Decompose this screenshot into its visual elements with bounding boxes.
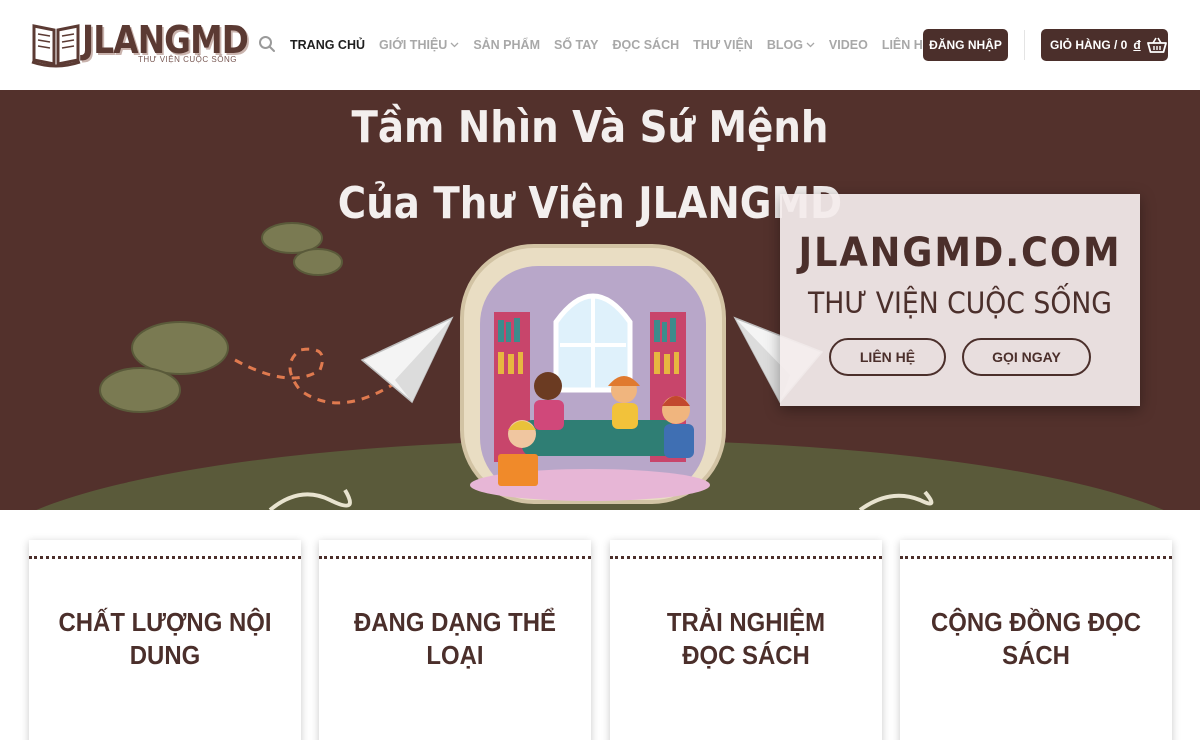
cart-label: GIỎ HÀNG / 0	[1050, 38, 1128, 52]
call-now-button[interactable]: GỌI NGAY	[962, 338, 1091, 376]
overlay-subheading: THƯ VIỆN CUỘC SỐNG	[807, 286, 1112, 320]
nav-item-notebook[interactable]: SỔ TAY	[554, 38, 598, 52]
chevron-down-icon	[450, 42, 459, 48]
nav-label: SẢN PHẨM	[473, 38, 540, 52]
main-navigation: TRANG CHỦ GIỚI THIỆU SẢN PHẨM SỔ TAY ĐỌC…	[290, 36, 945, 54]
hero-banner: Tầm Nhìn Và Sứ Mệnh Của Thư Viện JLANGMD…	[0, 90, 1200, 510]
feature-card: CỘNG ĐỒNG ĐỌC SÁCH	[900, 540, 1172, 740]
nav-item-products[interactable]: SẢN PHẨM	[473, 38, 540, 52]
nav-label: BLOG	[766, 38, 803, 52]
nav-item-blog[interactable]: BLOG	[767, 38, 815, 52]
logo-tagline: THƯ VIỆN CUỘC SỐNG	[138, 55, 237, 64]
nav-item-home[interactable]: TRANG CHỦ	[290, 38, 365, 52]
search-icon[interactable]	[258, 35, 276, 53]
basket-icon	[1146, 37, 1167, 53]
header-divider	[1024, 30, 1025, 60]
nav-label: TRANG CHỦ	[290, 38, 365, 52]
hero-title-line1: Tầm Nhìn Và Sứ Mệnh	[351, 102, 829, 153]
site-logo[interactable]: JLANGMD THƯ VIỆN CUỘC SỐNG	[30, 18, 249, 72]
chevron-down-icon	[806, 42, 815, 48]
feature-card-title: CỘNG ĐỒNG ĐỌC SÁCH	[931, 607, 1141, 670]
login-button[interactable]: ĐĂNG NHẬP	[923, 29, 1008, 61]
nav-label: SỔ TAY	[553, 38, 599, 52]
overlay-heading: JLANGMD.COM	[798, 230, 1122, 276]
feature-cards: CHẤT LƯỢNG NỘI DUNG ĐANG DẠNG THỂ LOẠI T…	[0, 510, 1200, 740]
feature-card: ĐANG DẠNG THỂ LOẠI	[319, 540, 591, 740]
nav-item-library[interactable]: THƯ VIỆN	[693, 38, 753, 52]
site-header: JLANGMD THƯ VIỆN CUỘC SỐNG TRANG CHỦ GIỚ…	[0, 0, 1200, 90]
contact-button[interactable]: LIÊN HỆ	[829, 338, 946, 376]
nav-item-reading[interactable]: ĐỌC SÁCH	[612, 38, 679, 52]
nav-label: VIDEO	[828, 38, 868, 52]
feature-card-title: CHẤT LƯỢNG NỘI DUNG	[58, 607, 272, 670]
feature-card: TRẢI NGHIỆM ĐỌC SÁCH	[610, 540, 882, 740]
feature-card: CHẤT LƯỢNG NỘI DUNG	[29, 540, 301, 740]
nav-item-about[interactable]: GIỚI THIỆU	[379, 38, 459, 52]
cloud-group	[99, 222, 343, 413]
cart-currency: đ	[1133, 38, 1141, 52]
open-book-icon	[31, 24, 81, 68]
nav-label: ĐỌC SÁCH	[612, 38, 680, 52]
feature-card-title: ĐANG DẠNG THỂ LOẠI	[354, 607, 556, 670]
nav-label: GIỚI THIỆU	[379, 38, 448, 52]
nav-label: THƯ VIỆN	[693, 38, 753, 52]
hero-overlay-box: JLANGMD.COM THƯ VIỆN CUỘC SỐNG LIÊN HỆ G…	[780, 194, 1140, 406]
nav-item-video[interactable]: VIDEO	[829, 38, 868, 52]
cart-button[interactable]: GIỎ HÀNG / 0 đ	[1041, 29, 1168, 61]
feature-card-title: TRẢI NGHIỆM ĐỌC SÁCH	[666, 607, 826, 670]
paper-plane-left	[360, 316, 454, 404]
